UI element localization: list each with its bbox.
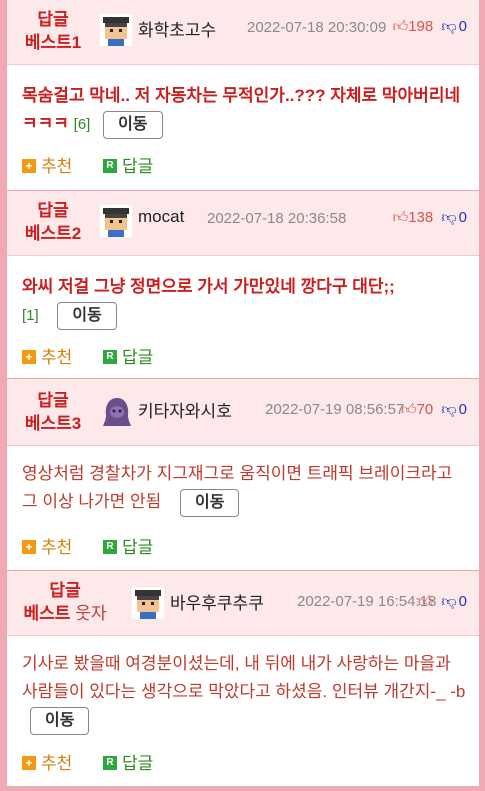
best-badge: 답글 베스트 웃자: [23, 581, 107, 623]
reply-text: 기사로 봤을때 여경분이셨는데, 내 뒤에 내가 사랑하는 마을과 사람들이 있…: [22, 650, 470, 735]
vote-counts: 👍︎70 👎︎ 0: [401, 401, 467, 419]
reply-text: 목숨걸고 막네.. 저 자동차는 무적인가..??? 자체로 막아버리네 ㅋㅋㅋ…: [22, 82, 470, 139]
downvote-count: 0: [458, 401, 467, 418]
recommend-button[interactable]: + 추천: [22, 533, 72, 558]
upvote-count: 70: [416, 401, 434, 418]
comment-count: [1]: [22, 307, 39, 324]
recommend-button[interactable]: + 추천: [22, 343, 72, 368]
author-nickname[interactable]: 키타자와시호: [138, 397, 232, 422]
reply-actions: + 추천 R 답글: [22, 533, 179, 558]
thumbs-up-icon[interactable]: 👍︎: [393, 209, 409, 226]
thumbs-up-icon[interactable]: 👍︎: [393, 18, 409, 35]
reply-r-icon: R: [103, 756, 118, 771]
move-button[interactable]: 이동: [57, 301, 117, 330]
reply-text: 영상처럼 경찰차가 지그재그로 움직이면 트래픽 브레이크라고 그 이상 나가면…: [22, 460, 470, 517]
reply-button[interactable]: R 답글: [103, 749, 153, 774]
author-nickname[interactable]: 화학초고수: [138, 16, 216, 41]
plus-icon: +: [22, 540, 36, 555]
category-tag: 웃자: [75, 604, 107, 623]
plus-icon: +: [22, 350, 36, 365]
downvote-count: 0: [458, 209, 467, 226]
thumbs-up-icon[interactable]: 👍︎: [418, 593, 434, 610]
vote-counts: 👍︎138 👎︎ 0: [393, 209, 467, 227]
plus-icon: +: [22, 159, 36, 174]
downvote-count: 0: [458, 18, 467, 35]
best-replies-list: 답글 베스트1 화학초고수 2022-07-18 20:30:09 👍︎198 …: [7, 0, 479, 786]
reply-text: 와씨 저걸 그냥 정면으로 가서 가만있네 깡다구 대단;; [1] 이동: [22, 273, 470, 330]
thumbs-down-icon[interactable]: 👎︎: [441, 401, 456, 418]
move-button[interactable]: 이동: [103, 110, 163, 139]
upvote-count: 198: [408, 18, 434, 35]
best-reply-1: 답글 베스트1 화학초고수 2022-07-18 20:30:09 👍︎198 …: [7, 0, 479, 190]
author-nickname[interactable]: 바우후쿠추쿠: [170, 589, 264, 614]
reply-actions: + 추천 R 답글: [22, 152, 179, 177]
post-date: 2022-07-18 20:30:09: [247, 19, 387, 36]
purple-character-avatar-icon[interactable]: [101, 395, 133, 427]
vote-counts: 👍︎ 👎︎ 0: [418, 593, 467, 611]
move-button[interactable]: 이동: [30, 706, 90, 735]
move-button[interactable]: 이동: [180, 488, 240, 517]
reply-header: 답글 베스트3 키타자와시호 2022-07-19 08:56:57 👍︎70 …: [7, 379, 479, 446]
thumbs-up-icon[interactable]: 👍︎: [401, 401, 417, 418]
comment-count: [6]: [73, 116, 91, 133]
upvote-count: 138: [408, 209, 434, 226]
downvote-count: 0: [458, 593, 467, 610]
best-reply-2: 답글 베스트2 mocat 2022-07-18 20:36:58 👍︎138 …: [7, 190, 479, 379]
reply-r-icon: R: [103, 159, 118, 174]
post-date: 2022-07-19 08:56:57: [265, 401, 405, 418]
reply-header: 답글 베스트2 mocat 2022-07-18 20:36:58 👍︎138 …: [7, 191, 479, 256]
best-badge: 답글 베스트3: [24, 391, 82, 433]
reply-r-icon: R: [103, 540, 118, 555]
reply-button[interactable]: R 답글: [103, 152, 153, 177]
plus-icon: +: [22, 756, 36, 771]
vote-counts: 👍︎198 👎︎ 0: [393, 18, 467, 36]
reply-header: 답글 베스트1 화학초고수 2022-07-18 20:30:09 👍︎198 …: [7, 0, 479, 65]
recommend-button[interactable]: + 추천: [22, 152, 72, 177]
reply-actions: + 추천 R 답글: [22, 749, 179, 774]
best-badge: 답글 베스트2: [24, 201, 82, 243]
gamer-avatar-icon[interactable]: [100, 205, 132, 237]
reply-header: 답글 베스트 웃자 바우후쿠추쿠 2022-07-19 16:54:18 👍︎ …: [7, 571, 479, 636]
reply-button[interactable]: R 답글: [103, 533, 153, 558]
thumbs-down-icon[interactable]: 👎︎: [441, 209, 456, 226]
reply-button[interactable]: R 답글: [103, 343, 153, 368]
thumbs-down-icon[interactable]: 👎︎: [441, 593, 456, 610]
best-reply-3: 답글 베스트3 키타자와시호 2022-07-19 08:56:57 👍︎70 …: [7, 378, 479, 571]
reply-actions: + 추천 R 답글: [22, 343, 179, 368]
best-reply-4: 답글 베스트 웃자 바우후쿠추쿠 2022-07-19 16:54:18 👍︎ …: [7, 570, 479, 787]
post-date: 2022-07-18 20:36:58: [207, 210, 347, 227]
thumbs-down-icon[interactable]: 👎︎: [441, 18, 456, 35]
post-date: 2022-07-19 16:54:18: [297, 593, 437, 610]
gamer-avatar-icon[interactable]: [100, 14, 132, 46]
best-badge: 답글 베스트1: [24, 10, 82, 52]
gamer-avatar-icon[interactable]: [132, 587, 164, 619]
author-nickname[interactable]: mocat: [138, 207, 184, 227]
recommend-button[interactable]: + 추천: [22, 749, 72, 774]
reply-r-icon: R: [103, 350, 118, 365]
